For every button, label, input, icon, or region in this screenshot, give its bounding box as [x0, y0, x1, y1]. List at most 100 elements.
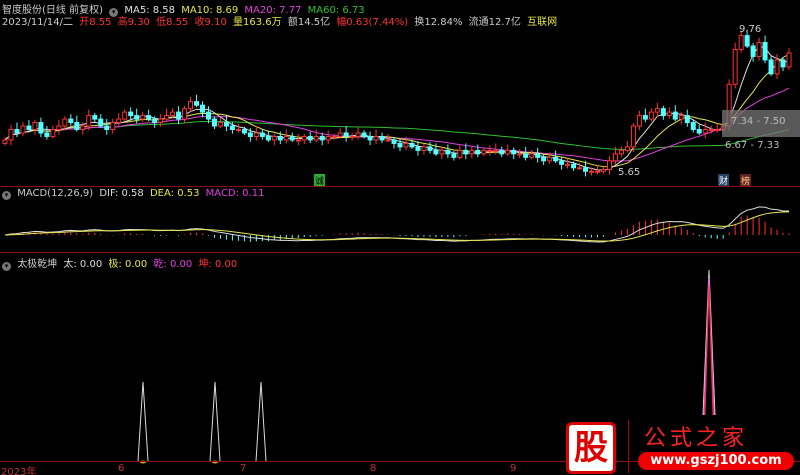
candle-body	[445, 149, 451, 155]
candle-body	[463, 149, 469, 155]
candle-body	[774, 59, 780, 75]
indicator-kun: 坤: 0.00	[198, 259, 238, 270]
candle-body	[2, 139, 8, 144]
candle-body	[38, 122, 44, 134]
candle-body	[355, 132, 361, 137]
candle-body	[660, 108, 666, 117]
candle-body	[780, 59, 786, 68]
candle-body	[553, 156, 559, 162]
candle-body	[283, 135, 289, 141]
candle-body	[409, 142, 415, 148]
candle-body	[68, 118, 74, 124]
candle-body	[337, 132, 343, 137]
candle-body	[750, 45, 756, 57]
candle-body	[188, 101, 194, 110]
divider	[0, 186, 800, 187]
indicator-header: ▾ 太极乾坤 太: 0.00 极: 0.00 乾: 0.00 坤: 0.00	[2, 255, 240, 271]
candle-body	[343, 132, 349, 137]
candle-body	[469, 149, 475, 155]
candle-body	[235, 129, 241, 132]
chart-canvas[interactable]	[0, 0, 800, 475]
candle-body	[636, 115, 642, 127]
candle-body	[702, 129, 708, 134]
candle-body	[20, 125, 26, 134]
candle-body	[744, 35, 750, 47]
low-price-label: 5.65	[618, 167, 641, 178]
candle-body	[182, 108, 188, 120]
candle-body	[762, 42, 768, 61]
candle-body	[14, 129, 20, 134]
candle-body	[756, 42, 762, 57]
candle-body	[331, 135, 337, 138]
candle-body	[391, 139, 397, 144]
logo-url: www.gszj100.com	[638, 452, 794, 470]
candle-body	[505, 149, 511, 155]
indicator-tai: 太: 0.00	[63, 259, 103, 270]
indicator-title[interactable]: 太极乾坤	[17, 259, 57, 270]
candle-body	[229, 125, 235, 131]
candle-body	[600, 169, 606, 172]
candle-body	[577, 167, 583, 170]
candle-body	[481, 149, 487, 155]
macd-title[interactable]: MACD(12,26,9)	[17, 188, 93, 199]
candle-body	[379, 135, 385, 141]
candle-body	[200, 104, 205, 113]
candle-body	[648, 111, 654, 120]
candle-body	[475, 149, 481, 155]
candle-body	[8, 129, 14, 141]
candle-body	[439, 149, 445, 155]
candle-body	[146, 115, 152, 120]
candle-body	[523, 153, 529, 158]
dropdown-icon[interactable]: ▾	[2, 262, 11, 271]
candle-body	[547, 156, 553, 162]
candle-body	[134, 115, 140, 120]
candle-body	[367, 135, 373, 141]
axis-label: 9	[510, 463, 517, 474]
candle-body	[606, 160, 612, 171]
candle-body	[583, 167, 589, 172]
candle-body	[415, 146, 421, 151]
candle-body	[194, 101, 200, 106]
range-box1-label: 7.34 - 7.50	[731, 116, 786, 127]
candle-body	[289, 135, 295, 141]
candle-body	[247, 132, 253, 137]
candle-body	[164, 115, 170, 120]
candle-body	[612, 153, 618, 162]
candle-body	[140, 115, 146, 120]
divider	[0, 252, 800, 253]
candle-body	[433, 149, 439, 155]
stock-chart-window: 智度股份(日线 前复权) ▾ MA5: 8.58 MA10: 8.69 MA20…	[0, 0, 800, 475]
candle-body	[32, 122, 38, 131]
candle-body	[451, 153, 457, 158]
candle-body	[241, 129, 247, 134]
candle-body	[205, 111, 211, 120]
candle-body	[158, 118, 164, 124]
candle-body	[624, 146, 630, 151]
dropdown-icon[interactable]: ▾	[2, 191, 11, 200]
indicator-qian: 乾: 0.00	[153, 259, 193, 270]
axis-label: 2023年	[1, 467, 37, 475]
candle-body	[116, 118, 122, 124]
candle-body	[277, 135, 283, 141]
candle-body	[325, 135, 331, 141]
candle-body	[493, 149, 499, 152]
candle-body	[589, 170, 595, 173]
candle-body	[122, 111, 128, 120]
candle-body	[618, 149, 624, 155]
candle-body	[385, 139, 391, 142]
candle-body	[768, 59, 774, 75]
candle-body	[738, 35, 744, 50]
candle-body	[223, 122, 229, 127]
candle-body	[271, 135, 277, 141]
candle-body	[211, 118, 217, 127]
candle-body	[319, 135, 325, 141]
candle-body	[92, 115, 98, 120]
axis-label: 7	[240, 463, 247, 474]
candle-body	[541, 156, 547, 162]
candle-body	[517, 153, 523, 156]
ma5-line	[4, 45, 790, 171]
logo-name: 公式之家	[644, 426, 749, 451]
candle-body	[50, 129, 56, 137]
candle-body	[565, 163, 571, 166]
candle-body	[684, 115, 690, 124]
